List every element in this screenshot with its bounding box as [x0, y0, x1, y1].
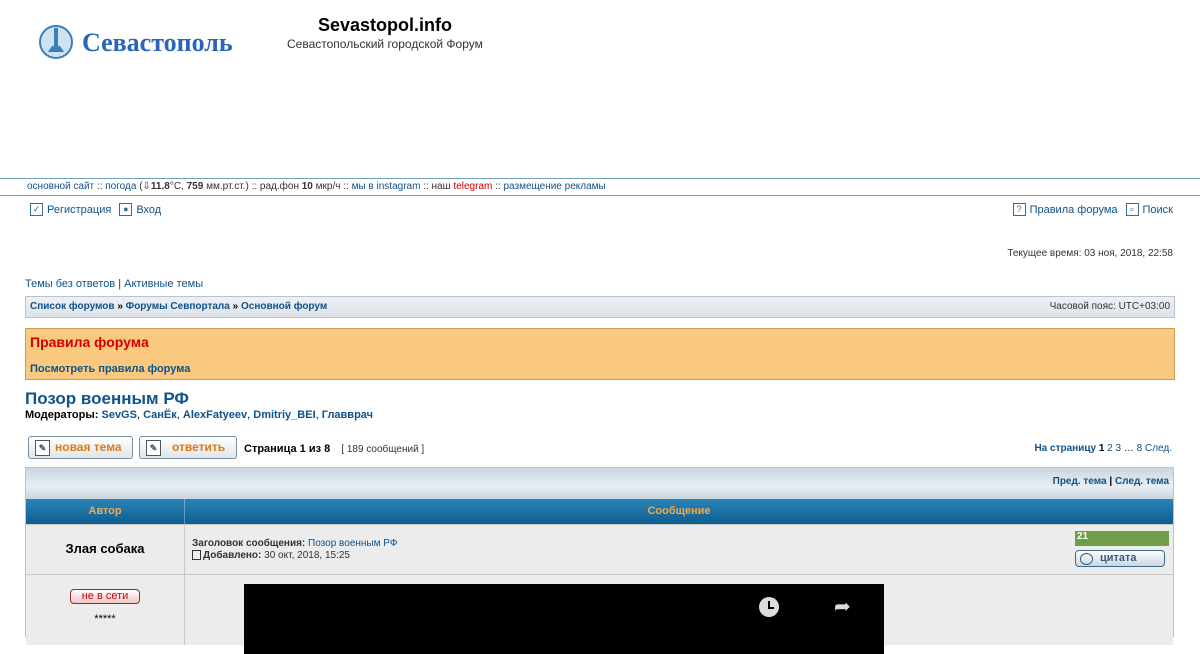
current-time: Текущее время: 03 ноя, 2018, 22:58: [1007, 248, 1173, 259]
post-body-row: не в сети ***** ➦: [26, 574, 1173, 654]
next-page-link[interactable]: След.: [1145, 443, 1172, 454]
new-topic-label: новая тема: [55, 440, 122, 454]
search-link[interactable]: Поиск: [1143, 204, 1173, 216]
status-badge: не в сети: [70, 589, 140, 604]
top-info-strip: основной сайт :: погода (⇩11.8°C, 759 мм…: [0, 178, 1200, 196]
temp-unit: °C,: [169, 181, 184, 192]
moderator-link[interactable]: Dmitriy_BEI: [253, 409, 315, 421]
added-label: Добавлено:: [203, 550, 262, 561]
embedded-video[interactable]: ➦: [244, 584, 884, 654]
view-rules-link[interactable]: Посмотреть правила форума: [30, 363, 190, 375]
post-meta: Заголовок сообщения: Позор военным РФ До…: [192, 538, 397, 562]
author-cell: Злая собака: [26, 525, 185, 574]
separator: ::: [495, 181, 501, 192]
login-link[interactable]: Вход: [136, 204, 161, 216]
site-description: Севастопольский городской Форум: [287, 37, 483, 51]
page-link[interactable]: 2: [1107, 443, 1113, 454]
moderator-link[interactable]: Главврач: [322, 409, 373, 421]
quick-links: Темы без ответов | Активные темы: [25, 278, 203, 290]
register-icon: ✓: [30, 203, 43, 216]
page-ellipsis: …: [1123, 443, 1134, 454]
login-icon: ●: [119, 203, 133, 216]
page-number-text: Страница 1 из 8: [244, 443, 331, 455]
breadcrumb: Список форумов » Форумы Севпортала » Осн…: [25, 296, 1175, 318]
share-icon[interactable]: ➦: [834, 597, 854, 617]
prev-topic-link[interactable]: Пред. тема: [1053, 476, 1107, 487]
telegram-link[interactable]: telegram: [453, 181, 492, 192]
reply-icon: ✎: [146, 440, 161, 456]
radiation-unit: мкр/ч ::: [315, 181, 349, 192]
message-column-header: Сообщение: [647, 505, 711, 517]
rules-title: Правила форума: [30, 334, 149, 350]
radiation-value: 10: [301, 181, 313, 192]
goto-page-label: На страницу: [1034, 443, 1097, 454]
pressure-unit: мм.рт.ст.): [206, 181, 249, 192]
moderators-line: Модераторы: SevGS, СанЁк, AlexFatyeev, D…: [25, 409, 374, 421]
separator: |: [1109, 476, 1113, 487]
user-nav-left: ✓ Регистрация ● Вход: [30, 203, 161, 216]
current-page: 1: [1098, 443, 1105, 454]
posts-count: [ 189 сообщений ]: [341, 444, 425, 455]
moderator-link[interactable]: AlexFatyeev: [183, 409, 247, 421]
quote-button[interactable]: цитата: [1075, 550, 1165, 567]
separator: |: [118, 278, 122, 290]
logo-text: Севастополь: [82, 28, 233, 57]
breadcrumb-separator: »: [232, 301, 239, 312]
page-title[interactable]: Позор военным РФ: [25, 389, 189, 409]
separator: ::: [96, 181, 103, 192]
timezone: Часовой пояс: UTC+03:00: [1049, 301, 1170, 312]
new-topic-button[interactable]: ✎ новая тема: [28, 436, 133, 459]
topic-navbar: Пред. тема | След. тема: [26, 468, 1173, 499]
post-rating: 21: [1075, 531, 1169, 546]
active-topics-link[interactable]: Активные темы: [124, 278, 203, 290]
breadcrumb-item-sevportal[interactable]: Форумы Севпортала: [126, 301, 230, 312]
table-header: Автор Сообщение: [26, 499, 1173, 524]
main-site-link[interactable]: основной сайт: [27, 181, 94, 192]
post-file-icon: [192, 550, 201, 561]
moderator-link[interactable]: СанЁк: [143, 409, 177, 421]
site-logo[interactable]: Севастополь: [38, 22, 260, 62]
moderators-label: Модераторы:: [25, 409, 99, 421]
weather-link[interactable]: погода: [105, 181, 136, 192]
page-link[interactable]: 8: [1137, 443, 1143, 454]
site-title: Sevastopol.info: [318, 15, 453, 35]
register-link[interactable]: Регистрация: [47, 204, 111, 216]
reply-button[interactable]: ✎ ответить: [139, 436, 237, 459]
radiation-label: :: рад.фон: [251, 181, 299, 192]
reply-label: ответить: [172, 440, 226, 454]
breadcrumb-separator: »: [117, 301, 123, 312]
moderator-link[interactable]: SevGS: [101, 409, 136, 421]
instagram-link[interactable]: мы в instagram: [352, 181, 421, 192]
watch-later-icon[interactable]: [759, 597, 779, 617]
subject-label: Заголовок сообщения:: [192, 538, 306, 549]
quote-label: цитата: [1100, 552, 1137, 564]
author-info-cell: не в сети *****: [26, 575, 185, 645]
user-nav-right: ? Правила форума ⌕ Поиск: [1012, 203, 1173, 216]
ads-link[interactable]: размещение рекламы: [503, 181, 605, 192]
topic-table: Пред. тема | След. тема Автор Сообщение …: [25, 467, 1174, 654]
forum-rules-box: Правила форума Посмотреть правила форума: [25, 328, 1175, 380]
user-rank: *****: [94, 613, 116, 625]
post-subject-link[interactable]: Позор военным РФ: [308, 538, 397, 549]
pressure-value: 759: [186, 181, 204, 192]
help-icon: ?: [1012, 203, 1026, 216]
quote-icon: [1080, 553, 1093, 565]
forum-rules-link[interactable]: Правила форума: [1030, 204, 1118, 216]
breadcrumb-item-main-forum[interactable]: Основной форум: [241, 301, 327, 312]
new-topic-icon: ✎: [35, 440, 50, 456]
next-topic-link[interactable]: След. тема: [1115, 476, 1169, 487]
page-link[interactable]: 3: [1116, 443, 1122, 454]
our-label: :: наш: [423, 181, 451, 192]
author-column-header: Автор: [26, 499, 185, 524]
breadcrumb-item-forum-list[interactable]: Список форумов: [30, 301, 115, 312]
temp-prefix: (⇩: [139, 181, 151, 192]
post-header-row: Злая собака Заголовок сообщения: Позор в…: [26, 524, 1173, 574]
page-info: Страница 1 из 8 [ 189 сообщений ]: [244, 443, 424, 455]
temperature-value: 11.8: [150, 181, 170, 192]
search-icon: ⌕: [1125, 203, 1139, 216]
post-author[interactable]: Злая собака: [26, 541, 184, 556]
post-date: 30 окт, 2018, 15:25: [264, 550, 350, 561]
pagination: На страницу 1 2 3 … 8 След.: [1034, 443, 1172, 454]
unanswered-topics-link[interactable]: Темы без ответов: [25, 278, 115, 290]
